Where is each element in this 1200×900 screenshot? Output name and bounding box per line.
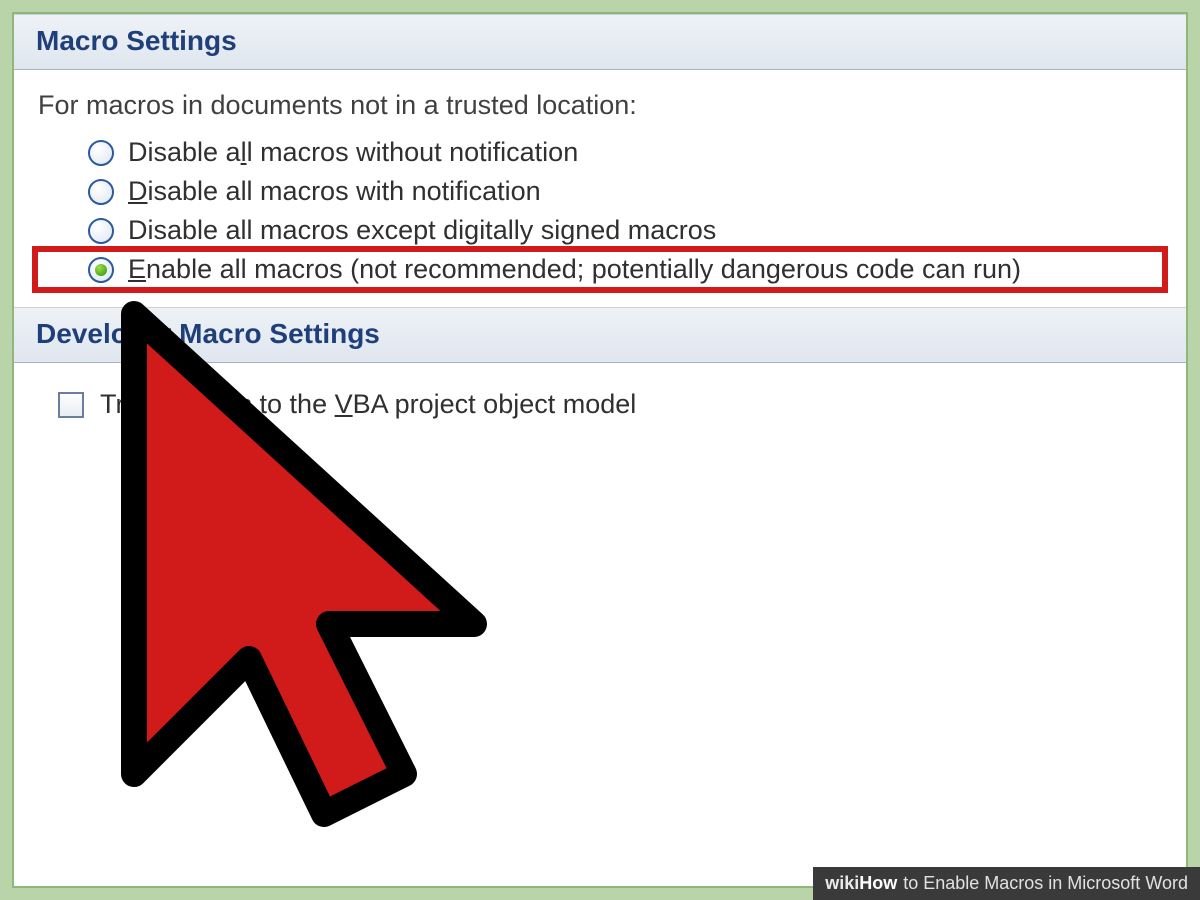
label-part: l macros without notification <box>247 137 579 167</box>
macro-option-0[interactable]: Disable all macros without notification <box>36 133 1164 172</box>
macro-intro-text: For macros in documents not in a trusted… <box>38 90 1164 121</box>
macro-option-1[interactable]: Disable all macros with notification <box>36 172 1164 211</box>
radio-icon[interactable] <box>88 257 114 283</box>
label-access-key: V <box>335 389 353 419</box>
macro-option-2[interactable]: Disable all macros except digitally sign… <box>36 211 1164 250</box>
macro-option-label: Disable all macros except digitally sign… <box>128 215 716 246</box>
caption-bar: wikiHow to Enable Macros in Microsoft Wo… <box>813 867 1200 900</box>
trust-vba-checkbox-row[interactable]: Trust access to the VBA project object m… <box>36 383 1164 426</box>
radio-icon[interactable] <box>88 140 114 166</box>
macro-options-group: Disable all macros without notificationD… <box>36 133 1164 289</box>
trust-vba-label: Trust access to the VBA project object m… <box>100 389 636 420</box>
settings-panel: Macro Settings For macros in documents n… <box>14 14 1186 444</box>
label-access-key: D <box>128 176 148 206</box>
section-title: Developer Macro Settings <box>36 318 380 349</box>
label-access-key: E <box>128 254 146 284</box>
caption-brand-how: How <box>859 873 897 894</box>
dialog-frame: Macro Settings For macros in documents n… <box>12 12 1188 888</box>
label-part: nable all macros (not recommended; poten… <box>146 254 1021 284</box>
section-body-developer-macro-settings: Trust access to the VBA project object m… <box>14 363 1186 444</box>
checkbox-icon[interactable] <box>58 392 84 418</box>
caption-text: to Enable Macros in Microsoft Word <box>903 873 1188 894</box>
radio-icon[interactable] <box>88 179 114 205</box>
section-header-developer-macro-settings: Developer Macro Settings <box>14 307 1186 363</box>
section-title: Macro Settings <box>36 25 237 56</box>
macro-option-label: Disable all macros with notification <box>128 176 541 207</box>
label-access-key: g <box>464 215 479 245</box>
label-part: itally signed macros <box>479 215 716 245</box>
label-part: BA project object model <box>353 389 637 419</box>
macro-option-label: Disable all macros without notification <box>128 137 578 168</box>
macro-option-3[interactable]: Enable all macros (not recommended; pote… <box>36 250 1164 289</box>
label-part: isable all macros with notification <box>148 176 541 206</box>
section-body-macro-settings: For macros in documents not in a trusted… <box>14 70 1186 307</box>
section-header-macro-settings: Macro Settings <box>14 14 1186 70</box>
label-part: Disable all macros except di <box>128 215 464 245</box>
macro-option-label: Enable all macros (not recommended; pote… <box>128 254 1021 285</box>
label-part: Trust access to the <box>100 389 335 419</box>
caption-brand-wiki: wiki <box>825 873 859 894</box>
label-part: Disable a <box>128 137 241 167</box>
radio-icon[interactable] <box>88 218 114 244</box>
